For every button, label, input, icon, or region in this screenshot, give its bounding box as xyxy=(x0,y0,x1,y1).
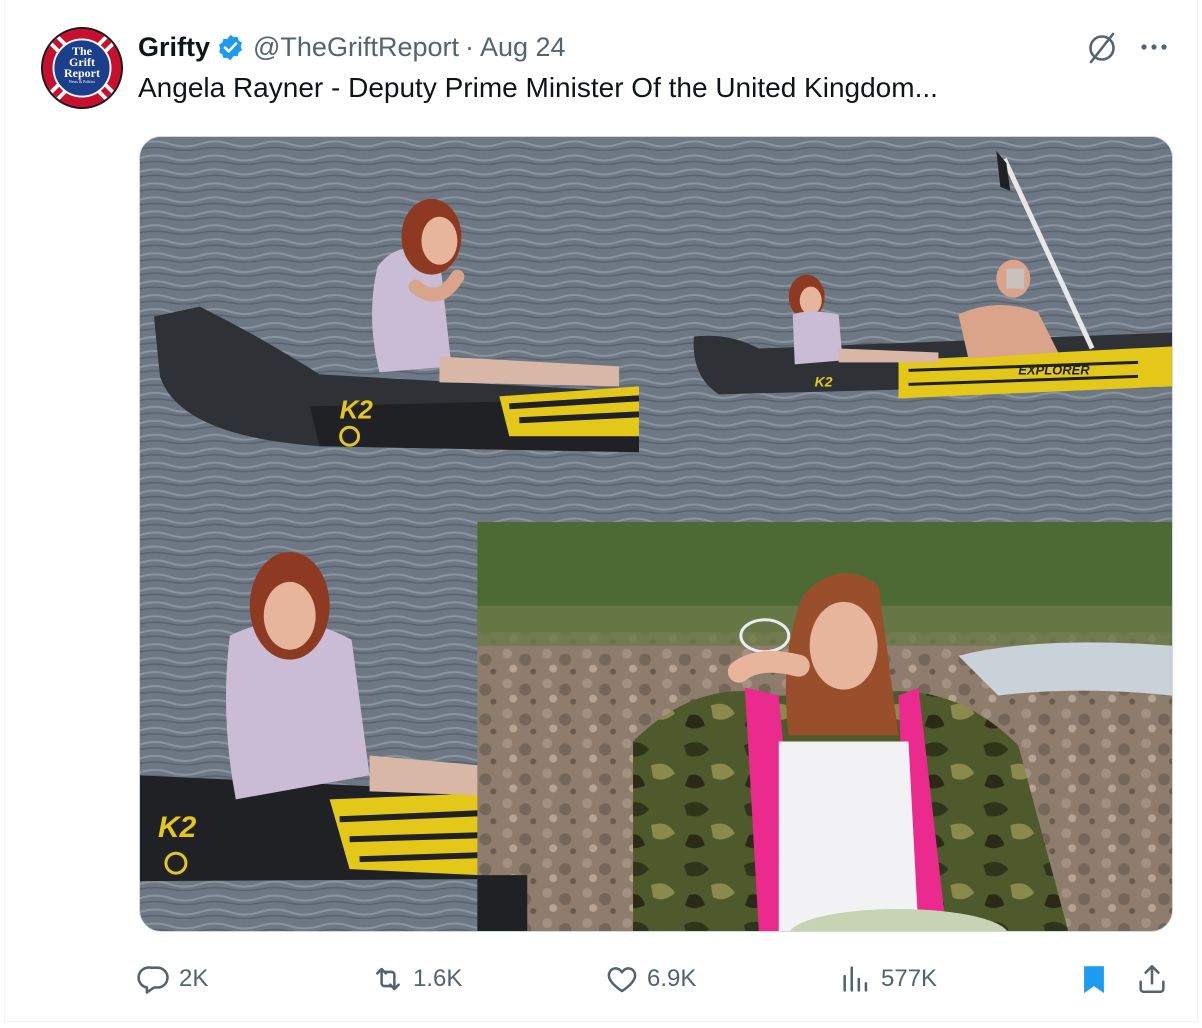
repost-icon xyxy=(371,962,405,996)
avatar[interactable]: The Grift Report News & Politics xyxy=(41,27,123,109)
heart-icon xyxy=(605,962,639,996)
tweet-date[interactable]: Aug 24 xyxy=(480,32,566,63)
author-handle[interactable]: @TheGriftReport xyxy=(253,32,459,63)
bookmark-icon xyxy=(1077,962,1111,996)
separator-dot: · xyxy=(464,31,474,62)
avatar-subtext: News & Politics xyxy=(68,79,96,84)
like-button[interactable]: 6.9K xyxy=(605,952,696,1006)
share-icon xyxy=(1135,962,1169,996)
tweet-text: Angela Rayner - Deputy Prime Minister Of… xyxy=(138,72,938,103)
photo-panel-2: K2 EXPLORER xyxy=(639,137,1172,523)
views-count: 577K xyxy=(881,965,938,992)
bookmark-button[interactable] xyxy=(1077,952,1111,1006)
kayak-label-1: K2 xyxy=(340,396,374,424)
tweet-card[interactable]: The Grift Report News & Politics Grifty … xyxy=(4,0,1198,1022)
tweet-header: Grifty @TheGriftReport · Aug 24 xyxy=(138,30,566,64)
kayak-label-3: K2 xyxy=(158,811,197,844)
photo-panel-3: K2 xyxy=(140,522,480,931)
photo-collage: K2 K2 EXPLORER K2 xyxy=(140,137,1172,931)
verified-badge-icon[interactable] xyxy=(216,33,245,62)
views-button[interactable]: 577K xyxy=(839,952,937,1006)
photo-panel-4 xyxy=(477,522,1172,931)
photo-panel-1: K2 xyxy=(140,137,640,523)
reply-icon xyxy=(137,962,171,996)
grok-icon[interactable] xyxy=(1083,30,1121,66)
avatar-text: The Grift Report News & Politics xyxy=(43,45,121,85)
repost-count: 1.6K xyxy=(413,965,463,992)
kayak-label-4: EXPLORER xyxy=(1018,362,1090,377)
kayak-label-2: K2 xyxy=(815,373,833,389)
like-count: 6.9K xyxy=(647,965,697,992)
avatar-line-3: Report xyxy=(64,66,100,80)
reply-button[interactable]: 2K xyxy=(137,952,208,1006)
tweet-media-image[interactable]: K2 K2 EXPLORER K2 xyxy=(139,136,1173,932)
repost-button[interactable]: 1.6K xyxy=(371,952,462,1006)
share-button[interactable] xyxy=(1135,952,1169,1006)
tweet-actions: 2K 1.6K 6.9K 577K xyxy=(5,952,1197,1006)
more-icon[interactable] xyxy=(1137,32,1171,62)
reply-count: 2K xyxy=(179,965,209,992)
author-name[interactable]: Grifty xyxy=(138,32,210,63)
views-icon xyxy=(839,962,873,996)
